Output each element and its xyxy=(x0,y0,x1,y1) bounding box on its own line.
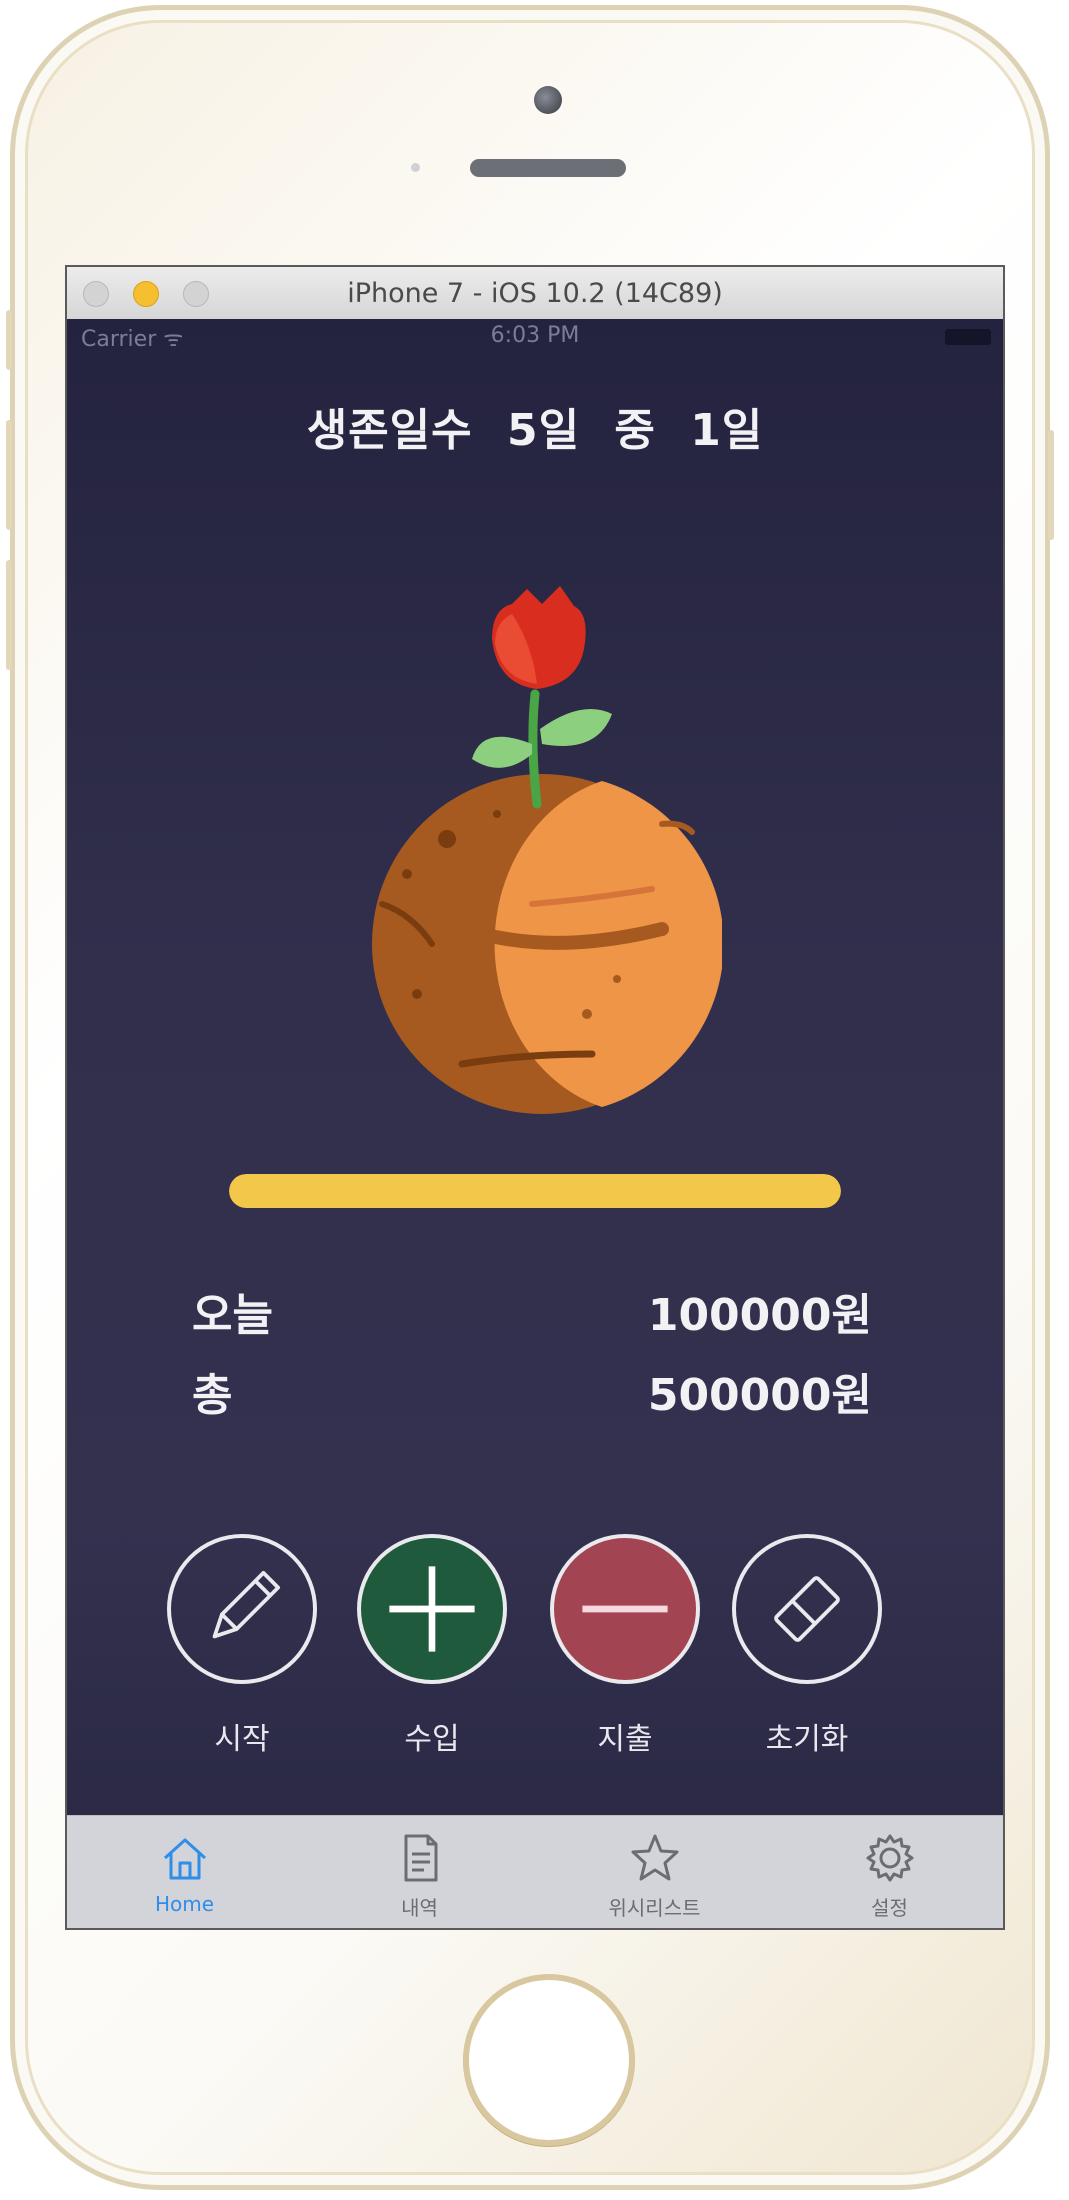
pencil-icon xyxy=(212,1570,281,1639)
income-label: 수입 xyxy=(404,1722,460,1757)
plus-icon xyxy=(389,1566,475,1652)
simulator-window: iPhone 7 - iOS 10.2 (14C89) Carrier ᯤ 6:… xyxy=(65,265,1005,1930)
today-amount: 100000원 xyxy=(647,1290,872,1341)
start-button[interactable] xyxy=(167,1534,317,1684)
rose-icon xyxy=(472,586,612,809)
status-bar: Carrier ᯤ 6:03 PM xyxy=(67,319,1003,353)
gear-icon xyxy=(866,1834,914,1882)
current-day: 1일 xyxy=(690,405,764,456)
start-label: 시작 xyxy=(214,1722,270,1757)
status-time: 6:03 PM xyxy=(490,323,580,348)
today-label: 오늘 xyxy=(192,1290,273,1341)
home-button[interactable] xyxy=(463,1974,635,2146)
tab-history-label: 내역 xyxy=(401,1896,438,1920)
reset-label: 초기화 xyxy=(765,1722,849,1757)
simulator-titlebar: iPhone 7 - iOS 10.2 (14C89) xyxy=(67,267,1003,320)
rose-planet-illustration xyxy=(372,586,722,1114)
side-button-mute xyxy=(6,310,12,370)
total-label: 총 xyxy=(192,1370,233,1421)
expense-label: 지출 xyxy=(597,1722,653,1757)
tab-bar: Home 내역 위시리스트 설정 xyxy=(67,1815,1003,1928)
app-screen: Carrier ᯤ 6:03 PM 생존일수 5일 중 1일 오늘 100000… xyxy=(67,319,1003,1928)
minus-icon xyxy=(582,1605,668,1613)
side-button-power xyxy=(1048,430,1054,540)
reset-button[interactable] xyxy=(732,1534,882,1684)
simulator-title: iPhone 7 - iOS 10.2 (14C89) xyxy=(347,278,723,309)
survival-progress-fill xyxy=(229,1174,841,1208)
home-icon xyxy=(163,1838,207,1880)
battery-icon xyxy=(945,329,991,345)
total-amount: 500000원 xyxy=(647,1370,872,1421)
side-button-volume-down xyxy=(6,560,12,670)
side-button-volume-up xyxy=(6,420,12,530)
document-icon xyxy=(404,1834,438,1882)
expense-button[interactable] xyxy=(550,1534,700,1684)
front-camera xyxy=(534,86,562,114)
proximity-sensor xyxy=(411,163,420,172)
survival-days-header: 생존일수 5일 중 1일 xyxy=(67,394,1003,458)
survival-progress-bar xyxy=(229,1174,841,1208)
tab-settings[interactable]: 설정 xyxy=(772,1816,1003,1928)
eraser-icon xyxy=(774,1576,840,1642)
total-balance-row: 총 500000원 xyxy=(192,1359,872,1421)
tab-home-label: Home xyxy=(154,1892,215,1916)
star-icon xyxy=(631,1834,679,1881)
tab-settings-label: 설정 xyxy=(871,1896,908,1920)
earpiece-speaker xyxy=(470,159,626,177)
planet-icon xyxy=(372,774,722,1114)
total-days: 5일 중 xyxy=(506,405,656,456)
tab-home[interactable]: Home xyxy=(67,1816,302,1928)
tab-history[interactable]: 내역 xyxy=(302,1816,537,1928)
today-balance-row: 오늘 100000원 xyxy=(192,1279,872,1341)
survival-label: 생존일수 xyxy=(306,405,473,456)
tab-wishlist-label: 위시리스트 xyxy=(608,1896,701,1920)
income-button[interactable] xyxy=(357,1534,507,1684)
tab-wishlist[interactable]: 위시리스트 xyxy=(537,1816,772,1928)
